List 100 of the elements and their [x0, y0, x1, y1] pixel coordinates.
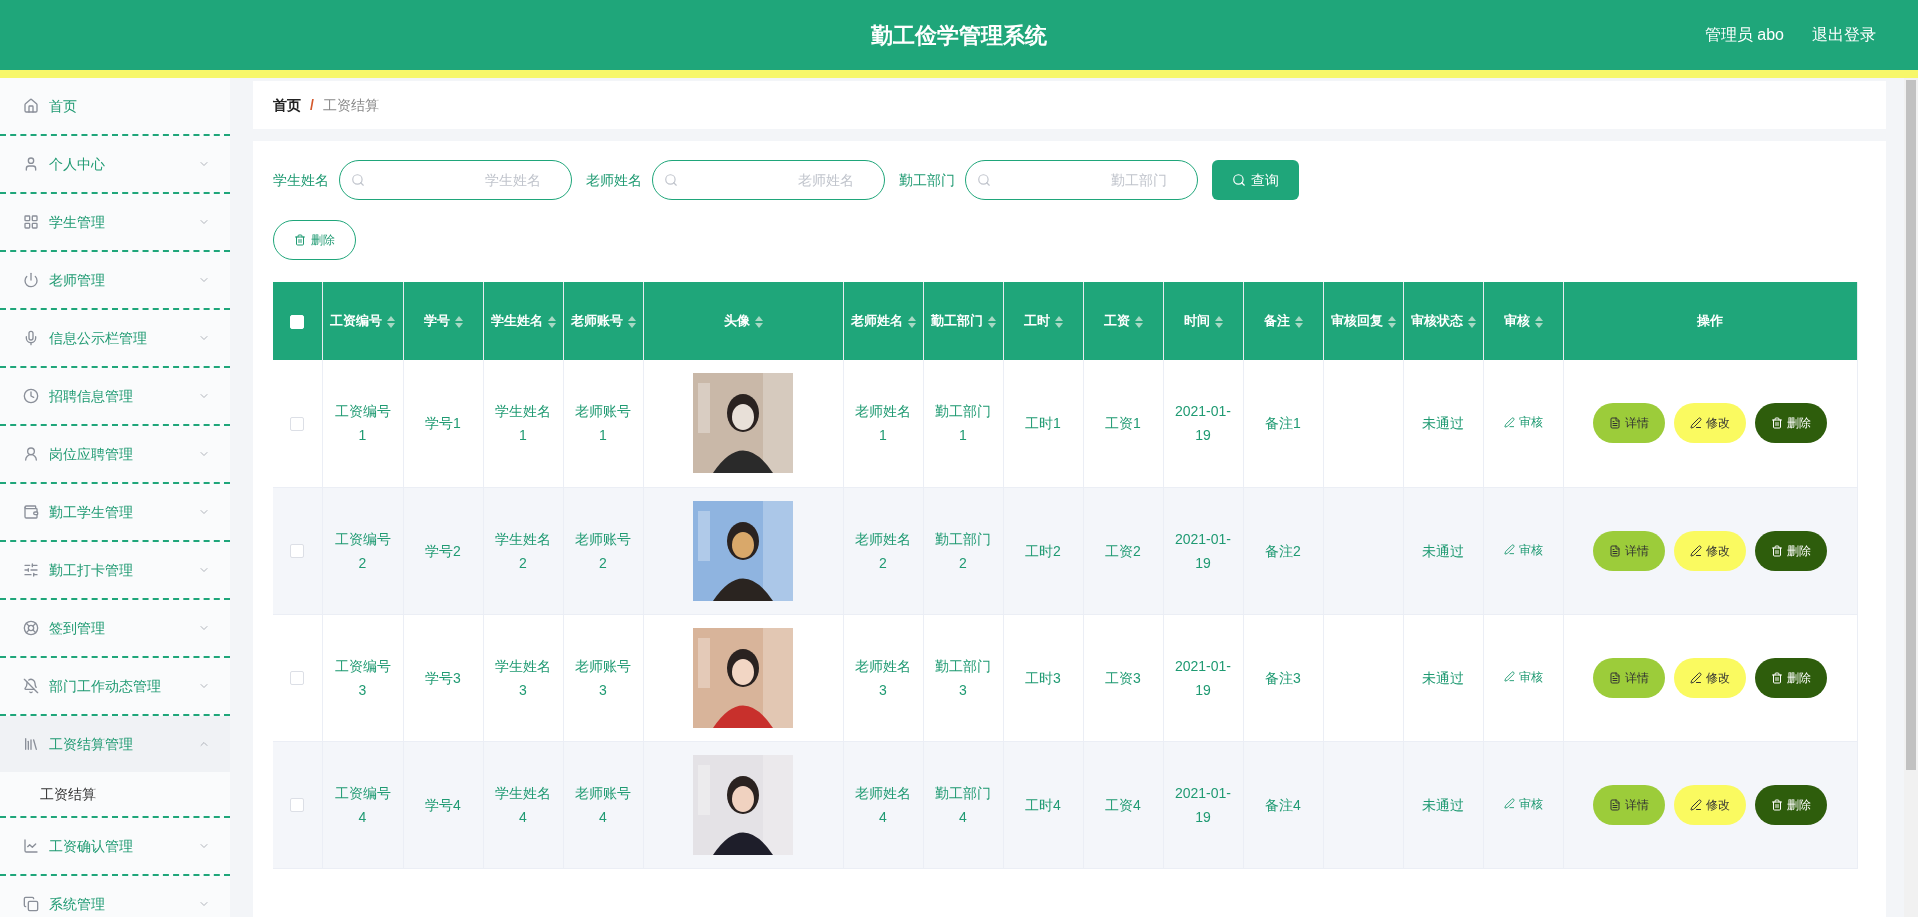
details-button[interactable]: 详情: [1593, 657, 1665, 698]
sort-icon[interactable]: [907, 315, 916, 328]
sidebar-item[interactable]: 系统管理: [0, 876, 230, 917]
sort-icon[interactable]: [754, 315, 763, 328]
table-cell: 老师姓名2: [843, 487, 923, 614]
query-button[interactable]: 查询: [1212, 160, 1299, 200]
table-cell: 工资1: [1083, 360, 1163, 487]
delete-button[interactable]: 删除: [1755, 784, 1827, 825]
search-field[interactable]: 勤工部门: [965, 160, 1198, 200]
sidebar-item[interactable]: 勤工打卡管理: [0, 542, 230, 598]
sidebar-item[interactable]: 首页: [0, 78, 230, 134]
pen-icon: [1503, 416, 1515, 428]
details-button[interactable]: 详情: [1593, 403, 1665, 444]
sidebar-item[interactable]: 老师管理: [0, 252, 230, 308]
checkbox[interactable]: [290, 417, 305, 432]
breadcrumb-link[interactable]: 首页: [273, 94, 301, 116]
edit-button[interactable]: 修改: [1674, 657, 1746, 698]
table-cell: 老师账号1: [563, 360, 643, 487]
sort-icon[interactable]: [547, 315, 556, 328]
logout-link[interactable]: 退出登录: [1812, 23, 1876, 47]
table-cell: 未通过: [1403, 487, 1483, 614]
checkbox[interactable]: [290, 671, 305, 686]
sidebar-item[interactable]: 信息公示栏管理: [0, 310, 230, 366]
checkbox[interactable]: [290, 798, 305, 813]
trash-icon: [1771, 798, 1783, 811]
sort-icon[interactable]: [1467, 315, 1476, 328]
edit-button[interactable]: 修改: [1674, 403, 1746, 444]
trash-icon: [294, 234, 306, 246]
sidebar-item[interactable]: 学生管理: [0, 194, 230, 250]
checkbox[interactable]: [290, 544, 305, 559]
edit-button[interactable]: 修改: [1674, 530, 1746, 571]
pen-icon: [1690, 544, 1702, 557]
table-cell: 工资编号3: [322, 614, 403, 741]
table-cell: 勤工部门2: [923, 487, 1003, 614]
sidebar-item[interactable]: 签到管理: [0, 600, 230, 656]
pen-icon: [1690, 417, 1702, 430]
table-cell: 2021-01-19: [1163, 741, 1243, 868]
sidebar-item[interactable]: 工资结算管理: [0, 716, 230, 772]
sidebar-item[interactable]: 工资确认管理: [0, 818, 230, 874]
delete-button[interactable]: 删除: [1755, 403, 1827, 444]
sort-icon[interactable]: [454, 315, 463, 328]
table-cell: 工时1: [1003, 360, 1083, 487]
table-cell: 未通过: [1403, 360, 1483, 487]
review-link[interactable]: 审核: [1503, 667, 1543, 686]
user-icon: [23, 156, 39, 172]
pen-icon: [1503, 798, 1515, 809]
sort-icon[interactable]: [1294, 315, 1303, 328]
table-cell: 未通过: [1403, 614, 1483, 741]
table-cell: 老师姓名4: [843, 741, 923, 868]
table-cell: 老师姓名1: [843, 360, 923, 487]
search-field[interactable]: 老师姓名: [652, 160, 885, 200]
table-cell: 学生姓名2: [483, 487, 563, 614]
search-icon: [351, 173, 365, 187]
sidebar-item[interactable]: 勤工学生管理: [0, 484, 230, 540]
review-link[interactable]: 审核: [1503, 540, 1543, 559]
details-button[interactable]: 详情: [1593, 530, 1665, 571]
sort-icon[interactable]: [627, 315, 636, 328]
sidebar-item[interactable]: 招聘信息管理: [0, 368, 230, 424]
scrollbar-thumb[interactable]: [1906, 80, 1916, 770]
field-label: 学生姓名: [273, 170, 329, 190]
sidebar-item[interactable]: 岗位应聘管理: [0, 426, 230, 482]
sidebar-item[interactable]: 部门工作动态管理: [0, 658, 230, 714]
sort-icon[interactable]: [1134, 315, 1143, 328]
breadcrumb-link[interactable]: 工资结算: [322, 94, 379, 116]
user-icon: [23, 446, 39, 462]
scrollbar[interactable]: [1904, 78, 1918, 917]
table-cell: 2021-01-19: [1163, 614, 1243, 741]
sort-icon[interactable]: [1054, 315, 1063, 328]
table-cell: 老师姓名3: [843, 614, 923, 741]
review-link[interactable]: 审核: [1503, 413, 1543, 432]
lifebuoy-icon: [23, 620, 39, 636]
search-field[interactable]: 学生姓名: [339, 160, 572, 200]
microphone-icon: [23, 330, 39, 346]
sort-icon[interactable]: [387, 315, 395, 328]
sort-icon[interactable]: [1534, 315, 1543, 328]
table-cell: 学生姓名3: [483, 614, 563, 741]
table-cell: 工时4: [1003, 741, 1083, 868]
delete-button[interactable]: 删除: [1755, 657, 1827, 698]
search-icon: [977, 173, 991, 187]
details-button[interactable]: 详情: [1593, 784, 1665, 825]
trash-icon: [1771, 544, 1783, 557]
table-cell: 工时2: [1003, 487, 1083, 614]
sort-icon[interactable]: [1214, 315, 1223, 328]
user-name: 管理员 abo: [1704, 25, 1784, 45]
table-cell: 学生姓名1: [483, 360, 563, 487]
document-icon: [1609, 798, 1621, 811]
sort-icon[interactable]: [1387, 315, 1396, 328]
submenu-item[interactable]: 工资结算: [0, 772, 230, 816]
field-label: 老师姓名: [586, 170, 642, 190]
document-icon: [1609, 544, 1621, 557]
table-cell: 工资2: [1083, 487, 1163, 614]
sidebar-item[interactable]: 个人中心: [0, 136, 230, 192]
table-cell: 勤工部门3: [923, 614, 1003, 741]
delete-button[interactable]: 删除: [1755, 530, 1827, 571]
edit-button[interactable]: 修改: [1674, 784, 1746, 825]
review-link[interactable]: 审核: [1503, 794, 1543, 813]
table-cell: 老师账号4: [563, 741, 643, 868]
table-cell: 勤工部门1: [923, 360, 1003, 487]
table-cell: 老师账号2: [563, 487, 643, 614]
sort-icon[interactable]: [987, 315, 996, 328]
